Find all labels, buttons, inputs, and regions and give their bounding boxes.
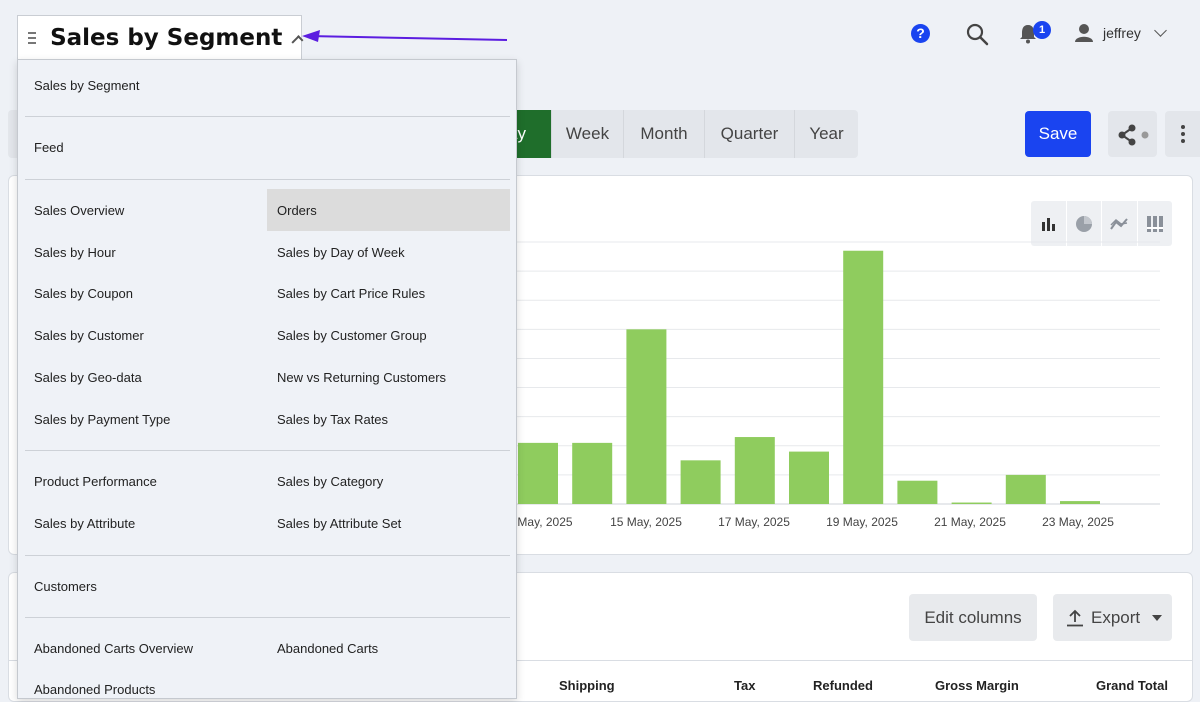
chart-bar[interactable] xyxy=(1005,474,1046,504)
chart-bar[interactable] xyxy=(626,329,667,504)
upload-icon xyxy=(1067,609,1083,626)
chart-bar[interactable] xyxy=(951,502,992,504)
menu-divider xyxy=(25,450,510,451)
menu-item-sales-by-segment[interactable]: Sales by Segment xyxy=(34,78,140,93)
chart-bar[interactable] xyxy=(572,442,613,504)
menu-item-sales-by-hour[interactable]: Sales by Hour xyxy=(34,245,116,260)
menu-item-sales-by-attribute[interactable]: Sales by Attribute xyxy=(34,516,135,531)
chart-bar[interactable] xyxy=(897,480,938,504)
menu-item-customers[interactable]: Customers xyxy=(34,579,97,594)
menu-item-sales-by-cart-price-rules[interactable]: Sales by Cart Price Rules xyxy=(277,286,425,301)
menu-item-feed[interactable]: Feed xyxy=(34,140,64,155)
menu-divider xyxy=(25,617,510,618)
menu-item-orders[interactable]: Orders xyxy=(277,203,317,218)
menu-item-sales-by-category[interactable]: Sales by Category xyxy=(277,474,383,489)
menu-item-sales-overview[interactable]: Sales Overview xyxy=(34,203,124,218)
chart-bar[interactable] xyxy=(734,437,775,504)
menu-item-sales-by-tax-rates[interactable]: Sales by Tax Rates xyxy=(277,412,388,427)
menu-item-sales-by-attribute-set[interactable]: Sales by Attribute Set xyxy=(277,516,401,531)
menu-item-product-performance[interactable]: Product Performance xyxy=(34,474,157,489)
menu-item-sales-by-payment-type[interactable]: Sales by Payment Type xyxy=(34,412,170,427)
column-header-shipping[interactable]: Shipping xyxy=(559,678,615,693)
menu-item-abandoned-carts[interactable]: Abandoned Carts xyxy=(277,641,378,656)
menu-divider xyxy=(25,555,510,556)
chart-x-tick-label: 23 May, 2025 xyxy=(1042,515,1114,529)
menu-item-abandoned-products[interactable]: Abandoned Products xyxy=(34,682,155,697)
menu-item-sales-by-customer-group[interactable]: Sales by Customer Group xyxy=(277,328,427,343)
menu-item-sales-by-day-of-week[interactable]: Sales by Day of Week xyxy=(277,245,405,260)
menu-item-abandoned-carts-overview[interactable]: Abandoned Carts Overview xyxy=(34,641,193,656)
caret-down-icon xyxy=(1152,614,1163,621)
chart-bar[interactable] xyxy=(843,250,884,504)
chart-bar[interactable] xyxy=(789,451,829,504)
chart-x-tick-label: May, 2025 xyxy=(517,515,572,529)
report-menu-dropdown: Sales by Segment Feed Sales Overview Sal… xyxy=(17,59,517,699)
menu-item-sales-by-geo-data[interactable]: Sales by Geo-data xyxy=(34,370,142,385)
menu-divider xyxy=(25,116,510,117)
menu-item-new-vs-returning-customers[interactable]: New vs Returning Customers xyxy=(277,370,446,385)
chart-x-tick-label: 21 May, 2025 xyxy=(934,515,1006,529)
export-button[interactable]: Export xyxy=(1053,594,1172,641)
menu-item-sales-by-coupon[interactable]: Sales by Coupon xyxy=(34,286,133,301)
edit-columns-button[interactable]: Edit columns xyxy=(909,594,1037,641)
menu-divider xyxy=(25,179,510,180)
chart-bar[interactable] xyxy=(680,460,721,504)
chart-x-tick-label: 17 May, 2025 xyxy=(718,515,790,529)
chart-bar[interactable] xyxy=(518,442,558,504)
menu-item-sales-by-customer[interactable]: Sales by Customer xyxy=(34,328,144,343)
chart-bar[interactable] xyxy=(1060,501,1100,504)
column-header-gross-margin[interactable]: Gross Margin xyxy=(935,678,1019,693)
column-header-refunded[interactable]: Refunded xyxy=(813,678,873,693)
export-label: Export xyxy=(1091,607,1141,627)
column-header-grand-total[interactable]: Grand Total xyxy=(1096,678,1168,693)
chart-x-tick-label: 19 May, 2025 xyxy=(826,515,898,529)
chart-x-tick-label: 15 May, 2025 xyxy=(610,515,682,529)
column-header-tax[interactable]: Tax xyxy=(734,678,755,693)
